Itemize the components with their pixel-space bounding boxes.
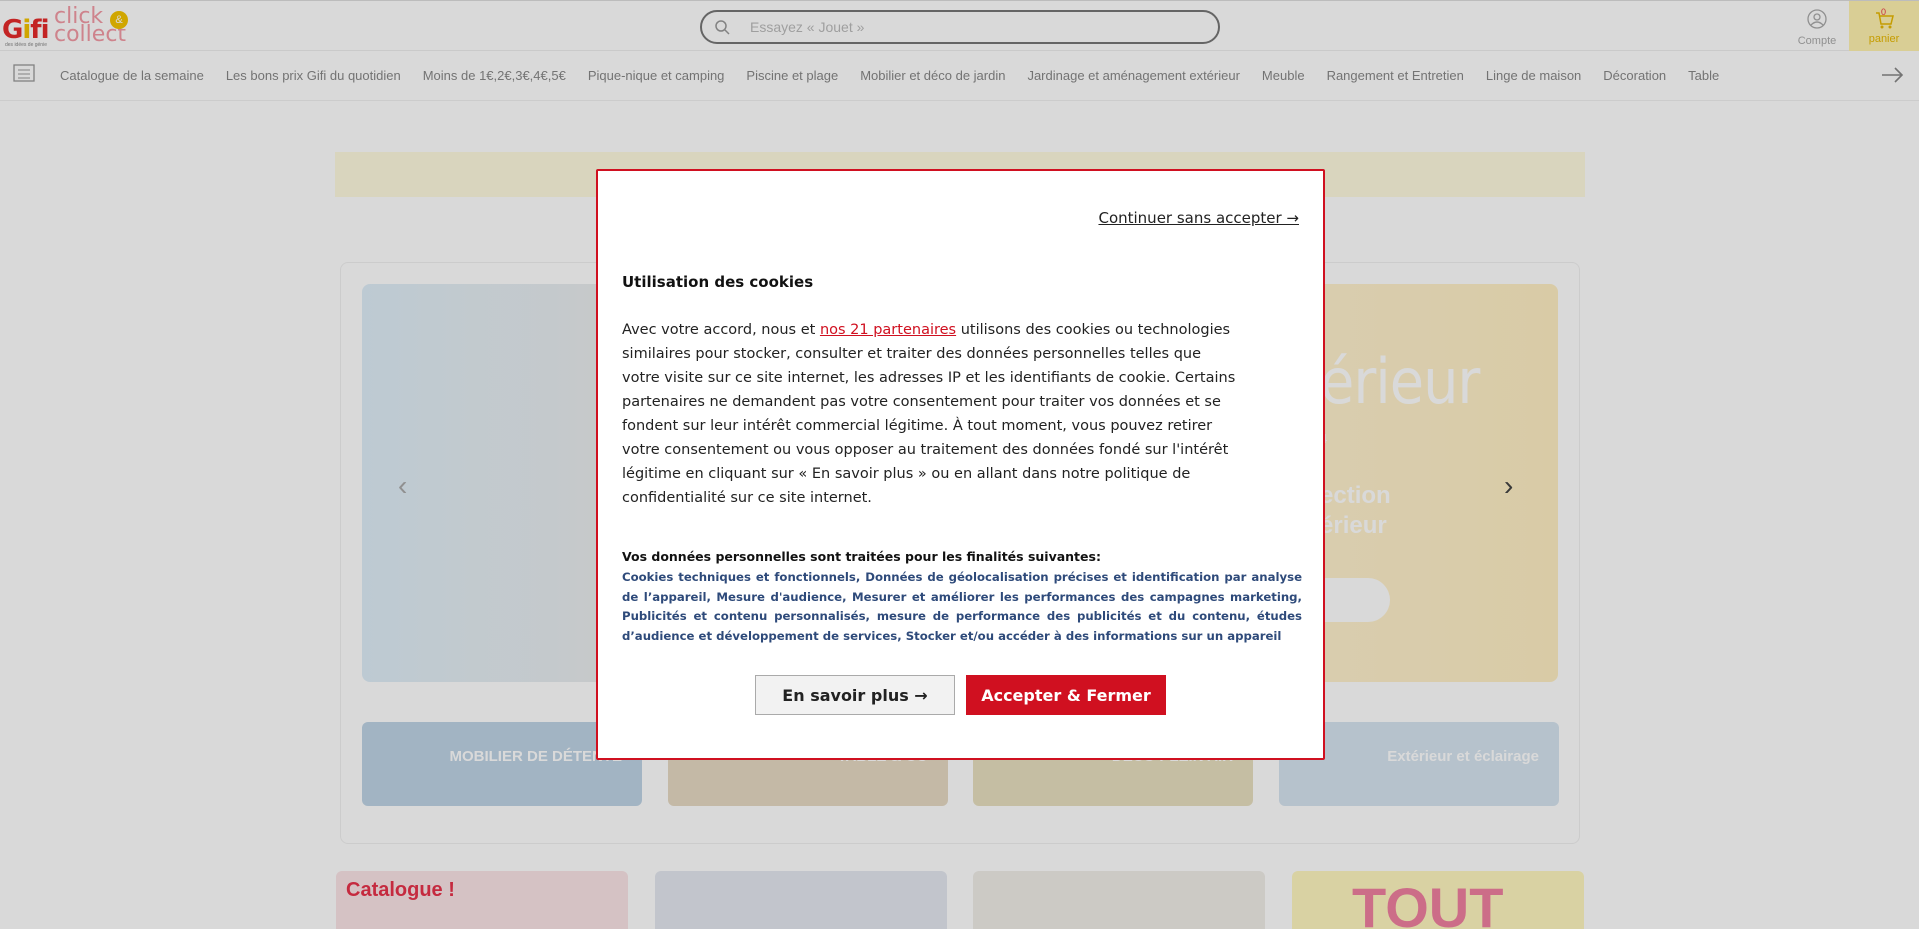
cookie-consent-dialog: Continuer sans accepter → Utilisation de…: [596, 169, 1325, 760]
learn-more-button[interactable]: En savoir plus →: [755, 675, 955, 715]
accept-and-close-button[interactable]: Accepter & Fermer: [966, 675, 1166, 715]
body-text-pre: Avec votre accord, nous et: [622, 322, 820, 338]
purposes-title: Vos données personnelles sont traitées p…: [622, 549, 1101, 564]
partners-link[interactable]: nos 21 partenaires: [820, 322, 956, 338]
dialog-body: Avec votre accord, nous et nos 21 parten…: [622, 318, 1242, 510]
dialog-title: Utilisation des cookies: [622, 273, 814, 291]
purposes-list: Cookies techniques et fonctionnels, Donn…: [622, 570, 1302, 643]
continue-without-accepting-link[interactable]: Continuer sans accepter →: [1098, 209, 1299, 227]
body-text-post: utilisons des cookies ou technologies si…: [622, 322, 1236, 506]
